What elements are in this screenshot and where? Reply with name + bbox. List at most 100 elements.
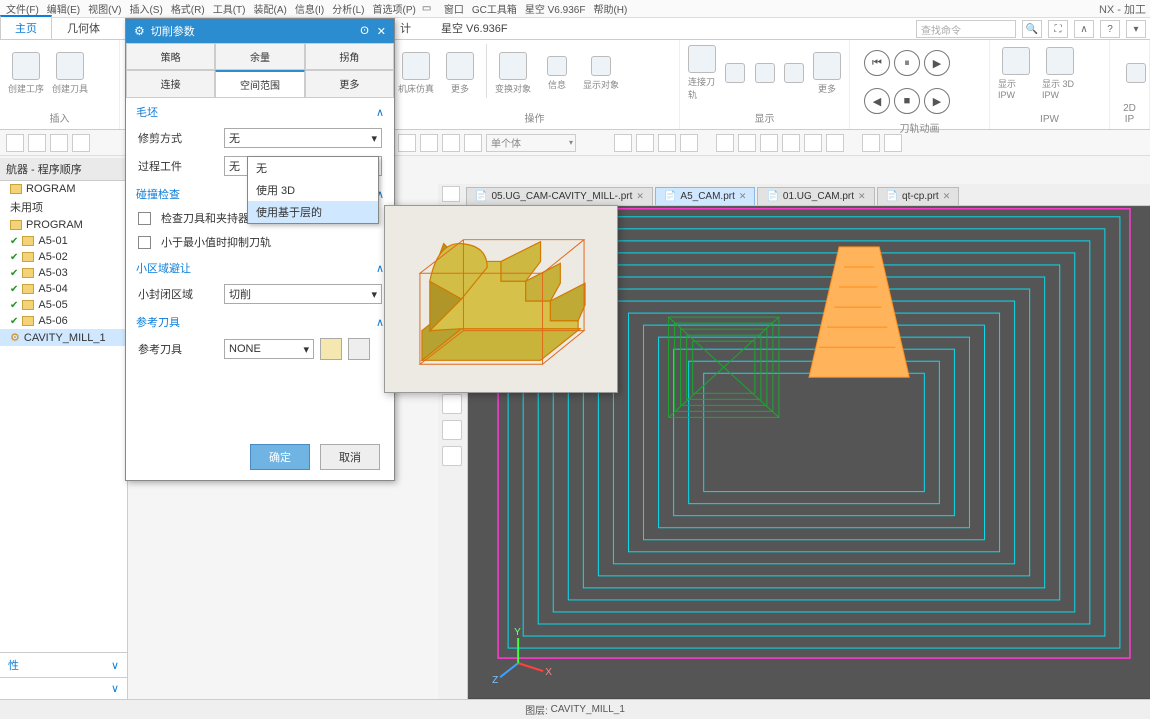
reftool-edit-icon[interactable] xyxy=(348,338,370,360)
min-icon[interactable]: ∧ xyxy=(1074,20,1094,38)
menu-view[interactable]: 视图(V) xyxy=(86,1,123,16)
create-proc-button[interactable]: 创建工序 xyxy=(8,44,44,102)
file-tab-01[interactable]: 📄01.UG_CAM.prt✕ xyxy=(757,187,874,205)
menu-insert[interactable]: 插入(S) xyxy=(127,1,164,16)
selbar-icon12[interactable] xyxy=(680,134,698,152)
more1-button[interactable]: 更多 xyxy=(442,44,478,102)
dlg-tab-containment[interactable]: 空间范围 xyxy=(215,70,304,98)
menu-analyze[interactable]: 分析(L) xyxy=(330,1,366,16)
nav-item-a5-02[interactable]: ✔A5-02 xyxy=(0,249,127,265)
display-icon3[interactable] xyxy=(783,44,805,102)
menu-window[interactable]: 窗口 xyxy=(442,1,466,16)
dialog-help-icon[interactable]: ʘ xyxy=(360,25,369,38)
close-icon[interactable]: ✕ xyxy=(943,191,951,202)
dialog-close-icon[interactable]: ✕ xyxy=(377,25,386,38)
show-3dipw-button[interactable]: 显示 3D IPW xyxy=(1042,44,1078,102)
chevron-up-icon[interactable]: ∧ xyxy=(376,262,384,275)
small-closed-select[interactable]: 切削▾ xyxy=(224,284,382,304)
nav-item-a5-06[interactable]: ✔A5-06 xyxy=(0,313,127,329)
nav-item-program-root[interactable]: ROGRAM xyxy=(0,181,127,197)
file-tab-05[interactable]: 📄05.UG_CAM-CAVITY_MILL-.prt✕ xyxy=(466,187,653,205)
selbar-icon8[interactable] xyxy=(464,134,482,152)
nav-section-props[interactable]: 性∨ xyxy=(0,652,127,677)
more2-button[interactable]: 更多 xyxy=(813,44,841,102)
menu-assemble[interactable]: 装配(A) xyxy=(251,1,288,16)
nav-item-a5-03[interactable]: ✔A5-03 xyxy=(0,265,127,281)
pause-button[interactable]: ⏸ xyxy=(894,50,920,76)
selbar-icon11[interactable] xyxy=(658,134,676,152)
nav-item-cavity-mill[interactable]: ⚙CAVITY_MILL_1 xyxy=(0,329,127,346)
wp-opt-3d[interactable]: 使用 3D xyxy=(248,179,378,201)
stop-button[interactable]: ■ xyxy=(894,88,920,114)
cancel-button[interactable]: 取消 xyxy=(320,444,380,470)
dlg-tab-corner[interactable]: 拐角 xyxy=(305,43,394,70)
play-button[interactable]: ▶ xyxy=(924,50,950,76)
selbar-icon17[interactable] xyxy=(804,134,822,152)
wp-opt-level[interactable]: 使用基于层的 xyxy=(248,201,378,223)
skip-fwd-button[interactable]: ▶ xyxy=(924,88,950,114)
change-obj-button[interactable]: 变换对象 xyxy=(495,44,531,102)
selbar-icon6[interactable] xyxy=(420,134,438,152)
selection-filter-select[interactable]: 单个体 xyxy=(486,134,576,152)
dialog-titlebar[interactable]: ⚙ 切削参数 ʘ ✕ xyxy=(126,19,394,43)
fullscreen-icon[interactable]: ⛶ xyxy=(1048,20,1068,38)
2dipw-icon[interactable] xyxy=(1118,44,1150,102)
selbar-icon9[interactable] xyxy=(614,134,632,152)
chevron-up-icon[interactable]: ∧ xyxy=(376,106,384,119)
selbar-icon15[interactable] xyxy=(760,134,778,152)
dlg-tab-stock[interactable]: 余量 xyxy=(215,43,304,70)
tab-geometry[interactable]: 几何体 xyxy=(52,16,115,39)
tab-starry[interactable]: 星空 V6.936F xyxy=(426,16,523,39)
selbar-icon4[interactable] xyxy=(72,134,90,152)
dlg-tab-more[interactable]: 更多 xyxy=(305,70,394,98)
dlg-tab-connect[interactable]: 连接 xyxy=(126,70,215,98)
machine-sim-button[interactable]: 机床仿真 xyxy=(398,44,434,102)
create-tool-button[interactable]: 创建刀具 xyxy=(52,44,88,102)
selbar-icon16[interactable] xyxy=(782,134,800,152)
menu-format[interactable]: 格式(R) xyxy=(169,1,207,16)
skip-back-button[interactable]: ◀ xyxy=(864,88,890,114)
info-button[interactable]: 信息 xyxy=(539,44,575,102)
trim-mode-select[interactable]: 无▾ xyxy=(224,128,382,148)
nav-item-a5-04[interactable]: ✔A5-04 xyxy=(0,281,127,297)
tab-home[interactable]: 主页 xyxy=(0,15,52,39)
display-icon2[interactable] xyxy=(754,44,776,102)
close-icon[interactable]: ✕ xyxy=(858,191,866,202)
check-tool-holder-checkbox[interactable] xyxy=(138,212,151,225)
file-tab-qtcp[interactable]: 📄qt-cp.prt✕ xyxy=(877,187,960,205)
connect-tool-button[interactable]: 连接刀轨 xyxy=(688,44,716,102)
nav-item-unused[interactable]: 未用项 xyxy=(0,197,127,217)
ok-button[interactable]: 确定 xyxy=(250,444,310,470)
close-icon[interactable]: ✕ xyxy=(739,191,747,202)
display-icon1[interactable] xyxy=(724,44,746,102)
selbar-icon2[interactable] xyxy=(28,134,46,152)
menu-prefs[interactable]: 首选项(P) xyxy=(371,1,418,16)
dlg-tab-strategy[interactable]: 策略 xyxy=(126,43,215,70)
suppress-path-checkbox[interactable] xyxy=(138,236,151,249)
selbar-icon3[interactable] xyxy=(50,134,68,152)
search-icon[interactable]: 🔍 xyxy=(1022,20,1042,38)
vp-icon10[interactable] xyxy=(442,446,462,466)
menu-edit[interactable]: 编辑(E) xyxy=(45,1,82,16)
show-ipw-button[interactable]: 显示 IPW xyxy=(998,44,1034,102)
nav-tree[interactable]: ROGRAM 未用项 PROGRAM ✔A5-01 ✔A5-02 ✔A5-03 … xyxy=(0,181,127,346)
menu-gctoolbox[interactable]: GC工具箱 xyxy=(470,1,519,16)
menu-starry[interactable]: 星空 V6.936F xyxy=(523,1,588,16)
reftool-select[interactable]: NONE▾ xyxy=(224,339,314,359)
nav-section-blank[interactable]: ∨ xyxy=(0,677,127,699)
reftool-new-icon[interactable] xyxy=(320,338,342,360)
menu-help[interactable]: 帮助(H) xyxy=(591,1,629,16)
selbar-icon10[interactable] xyxy=(636,134,654,152)
vp-icon9[interactable] xyxy=(442,420,462,440)
help-icon[interactable]: ? xyxy=(1100,20,1120,38)
selbar-icon1[interactable] xyxy=(6,134,24,152)
selbar-icon7[interactable] xyxy=(442,134,460,152)
nav-item-program[interactable]: PROGRAM xyxy=(0,217,127,233)
more-icon[interactable]: ▾ xyxy=(1126,20,1146,38)
search-input[interactable]: 查找命令 xyxy=(916,20,1016,38)
selbar-icon13[interactable] xyxy=(716,134,734,152)
play-prev-button[interactable]: ⏮ xyxy=(864,50,890,76)
file-tab-a5cam[interactable]: 📄A5_CAM.prt✕ xyxy=(655,187,755,205)
selbar-icon18[interactable] xyxy=(826,134,844,152)
show-obj-button[interactable]: 显示对象 xyxy=(583,44,619,102)
